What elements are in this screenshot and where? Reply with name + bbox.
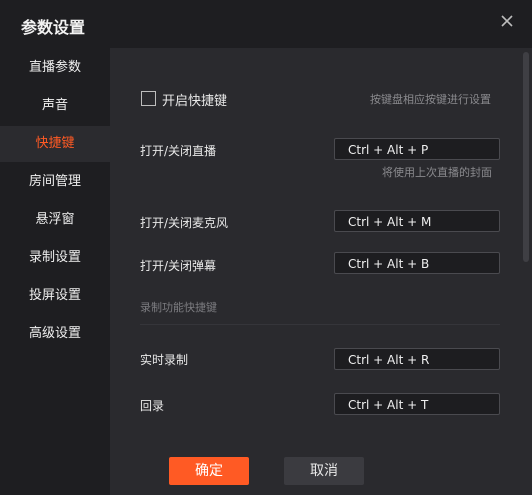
sidebar: 直播参数 声音 快捷键 房间管理 悬浮窗 录制设置 投屏设置 高级设置 (0, 48, 110, 495)
sidebar-item-cast-settings[interactable]: 投屏设置 (0, 278, 110, 314)
dialog-footer: 确定 取消 (110, 447, 532, 495)
microphone-toggle-label: 打开/关闭麦克风 (140, 216, 229, 230)
settings-dialog: 参数设置 直播参数 声音 快捷键 房间管理 悬浮窗 录制设置 投屏设置 高级设置… (0, 0, 532, 495)
hotkey-instruction-hint: 按键盘相应按键进行设置 (370, 93, 491, 106)
sidebar-item-live-params[interactable]: 直播参数 (0, 50, 110, 86)
realtime-recording-label: 实时录制 (140, 353, 189, 367)
danmaku-toggle-hotkey-field[interactable]: Ctrl + Alt + B (334, 252, 500, 274)
realtime-recording-hotkey-field[interactable]: Ctrl + Alt + R (334, 348, 500, 370)
dialog-title: 参数设置 (21, 18, 86, 37)
sidebar-item-room-management[interactable]: 房间管理 (0, 164, 110, 200)
danmaku-toggle-label: 打开/关闭弹幕 (140, 259, 217, 273)
section-divider (140, 324, 500, 325)
sidebar-item-audio[interactable]: 声音 (0, 88, 110, 124)
cancel-button[interactable]: 取消 (284, 457, 364, 485)
sidebar-item-hotkeys[interactable]: 快捷键 (0, 126, 110, 162)
live-toggle-label: 打开/关闭直播 (140, 144, 217, 158)
hotkey-settings-panel: 开启快捷键 按键盘相应按键进行设置 打开/关闭直播 Ctrl + Alt + P… (110, 48, 532, 495)
enable-hotkeys-checkbox[interactable] (141, 91, 156, 106)
replay-recording-hotkey-field[interactable]: Ctrl + Alt + T (334, 393, 500, 415)
live-toggle-hotkey-field[interactable]: Ctrl + Alt + P (334, 138, 500, 160)
replay-recording-label: 回录 (140, 399, 165, 413)
enable-hotkeys-label: 开启快捷键 (162, 94, 228, 109)
microphone-toggle-hotkey-field[interactable]: Ctrl + Alt + M (334, 210, 500, 232)
sidebar-item-floating-window[interactable]: 悬浮窗 (0, 202, 110, 238)
sidebar-item-advanced-settings[interactable]: 高级设置 (0, 316, 110, 352)
live-cover-hint: 将使用上次直播的封面 (382, 166, 492, 179)
recording-hotkeys-section-title: 录制功能快捷键 (140, 301, 217, 314)
title-bar: 参数设置 (0, 0, 532, 48)
confirm-button[interactable]: 确定 (169, 457, 249, 485)
close-icon[interactable] (500, 14, 514, 28)
sidebar-item-recording-settings[interactable]: 录制设置 (0, 240, 110, 276)
scrollbar[interactable] (523, 52, 529, 262)
